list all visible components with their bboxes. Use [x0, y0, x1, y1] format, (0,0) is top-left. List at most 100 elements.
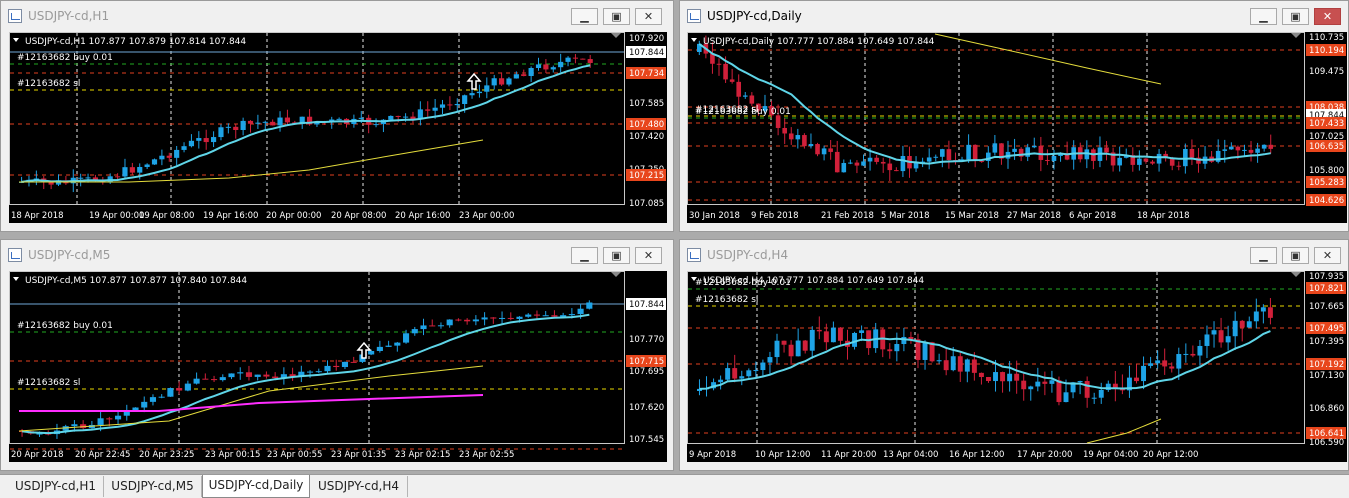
candle	[1232, 311, 1238, 351]
candle	[298, 365, 305, 383]
candle	[999, 143, 1004, 165]
tab-usdjpy-h4[interactable]: USDJPY-cd,H4	[310, 476, 408, 497]
candle	[1126, 365, 1132, 398]
candle	[837, 327, 843, 346]
candle	[499, 311, 506, 324]
candle	[123, 404, 130, 421]
chart-window-h4[interactable]: USDJPY-cd,H4 ▁ ▣ ✕ USDJPY-cd,H4 107.777 …	[679, 239, 1349, 471]
candle	[513, 71, 519, 79]
close-button[interactable]: ✕	[1314, 8, 1341, 25]
candle	[228, 373, 235, 380]
candle	[341, 361, 349, 370]
chart-shift-icon	[1291, 33, 1301, 38]
stop-loss-label: #12163682 sl	[17, 79, 80, 89]
chart-window-h1[interactable]: USDJPY-cd,H1 ▁ ▣ ✕ USDJPY-cd,H1 107.877 …	[0, 0, 674, 232]
candle	[225, 123, 231, 134]
title-bar[interactable]: USDJPY-cd,Daily ▁ ▣ ✕	[680, 1, 1348, 31]
maximize-button[interactable]: ▣	[603, 247, 630, 264]
chart-header-arrow-icon	[691, 38, 697, 42]
price-axis-label: 107.420	[629, 132, 664, 142]
candle	[394, 341, 401, 352]
candle	[1225, 325, 1231, 351]
minimize-button[interactable]: ▁	[571, 8, 598, 25]
candle	[429, 319, 436, 327]
candle	[277, 111, 283, 132]
tab-usdjpy-h1[interactable]: USDJPY-cd,H1	[8, 476, 104, 497]
chart-window-daily[interactable]: USDJPY-cd,Daily ▁ ▣ ✕ USDJPY-cd,Daily 10…	[679, 0, 1349, 232]
candle	[936, 353, 942, 364]
candle	[1253, 298, 1259, 329]
candle	[464, 318, 471, 325]
title-bar[interactable]: USDJPY-cd,H4 ▁ ▣ ✕	[680, 240, 1348, 270]
candle	[417, 101, 423, 126]
candle	[149, 394, 157, 406]
chart-svg: USDJPY-cd,H4 107.777 107.884 107.649 107…	[687, 271, 1346, 460]
candle	[828, 140, 833, 160]
candle	[141, 396, 148, 413]
chart-svg: USDJPY-cd,H1 107.877 107.879 107.814 107…	[9, 32, 666, 221]
candle	[196, 131, 202, 149]
maximize-button[interactable]: ▣	[1282, 8, 1309, 25]
candle	[966, 134, 971, 163]
price-chart-daily[interactable]: USDJPY-cd,Daily 107.777 107.884 107.649 …	[687, 32, 1347, 223]
candle	[542, 311, 549, 317]
candle	[1112, 371, 1118, 402]
candle	[551, 310, 558, 318]
candle	[1051, 149, 1057, 170]
minimize-button[interactable]: ▁	[1250, 8, 1277, 25]
buy-order-label: #12163682 buy 0.01	[17, 321, 113, 331]
candle	[729, 68, 735, 84]
candle	[1267, 298, 1273, 325]
close-button[interactable]: ✕	[1314, 247, 1341, 264]
chart-window-m5[interactable]: USDJPY-cd,M5 ▁ ▣ ✕ USDJPY-cd,M5 107.877 …	[0, 239, 674, 471]
candle	[158, 394, 165, 399]
chart-svg: USDJPY-cd,M5 107.877 107.877 107.840 107…	[9, 271, 666, 460]
candle	[447, 96, 453, 111]
minimize-button[interactable]: ▁	[571, 247, 598, 264]
price-chart-h4[interactable]: USDJPY-cd,H4 107.777 107.884 107.649 107…	[687, 271, 1347, 462]
chart-header-quote: USDJPY-cd,H1 107.877 107.879 107.814 107…	[25, 37, 246, 47]
moving-average-slow	[1086, 418, 1162, 444]
price-axis-label: 107.495	[1309, 324, 1344, 334]
candle	[1137, 150, 1142, 171]
candle	[788, 340, 794, 365]
price-chart-m5[interactable]: USDJPY-cd,M5 107.877 107.877 107.840 107…	[9, 271, 667, 462]
time-axis-label: 23 Apr 01:35	[331, 450, 386, 460]
candle	[1028, 385, 1034, 401]
candle	[218, 124, 224, 141]
candle	[263, 371, 270, 379]
candle	[972, 144, 978, 168]
candle	[184, 380, 191, 392]
candle	[174, 145, 180, 166]
maximize-button[interactable]: ▣	[1282, 247, 1309, 264]
minimize-button[interactable]: ▁	[1250, 247, 1277, 264]
time-axis-label: 23 Apr 02:55	[459, 450, 514, 460]
candle	[336, 117, 342, 120]
candle	[894, 332, 900, 362]
time-axis-label: 20 Apr 00:00	[266, 211, 321, 221]
time-axis-label: 13 Apr 04:00	[883, 450, 938, 460]
candle	[788, 127, 794, 145]
chart-tab-bar: USDJPY-cd,H1 USDJPY-cd,M5 USDJPY-cd,Dail…	[0, 474, 1349, 498]
candle	[411, 326, 418, 336]
time-axis-label: 15 Mar 2018	[945, 211, 999, 221]
time-axis-label: 20 Apr 23:25	[139, 450, 194, 460]
chart-header-arrow-icon	[13, 38, 19, 42]
time-axis-label: 5 Mar 2018	[881, 211, 929, 221]
tab-usdjpy-m5[interactable]: USDJPY-cd,M5	[104, 476, 202, 497]
candle	[760, 359, 766, 376]
title-bar[interactable]: USDJPY-cd,M5 ▁ ▣ ✕	[1, 240, 673, 270]
candle	[129, 162, 135, 175]
candle	[1204, 325, 1210, 359]
close-button[interactable]: ✕	[635, 247, 662, 264]
maximize-button[interactable]: ▣	[603, 8, 630, 25]
candle	[237, 367, 244, 380]
price-chart-h1[interactable]: USDJPY-cd,H1 107.877 107.879 107.814 107…	[9, 32, 667, 223]
candle	[809, 326, 815, 359]
title-bar[interactable]: USDJPY-cd,H1 ▁ ▣ ✕	[1, 1, 673, 31]
time-axis-label: 20 Apr 08:00	[331, 211, 386, 221]
close-button[interactable]: ✕	[635, 8, 662, 25]
tab-usdjpy-daily[interactable]: USDJPY-cd,Daily	[202, 475, 310, 498]
time-axis-label: 23 Apr 00:55	[267, 450, 322, 460]
candle	[1021, 373, 1027, 401]
